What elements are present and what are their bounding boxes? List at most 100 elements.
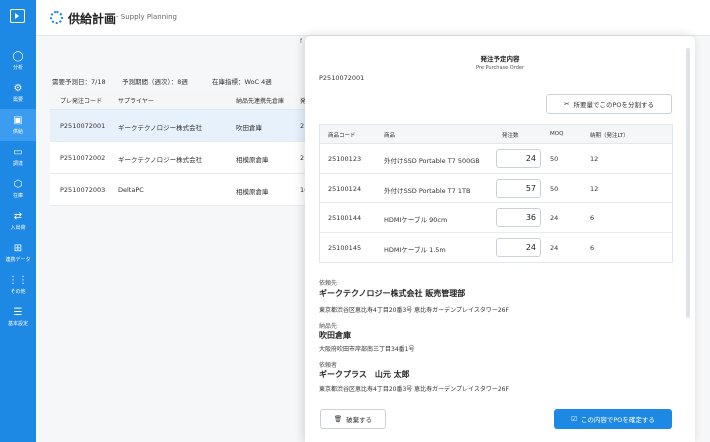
discard-button[interactable]: 🗑 破棄する — [320, 409, 386, 429]
column-header: 商品 — [384, 133, 396, 139]
confirm-po-label: この内容でPOを確定する — [580, 416, 655, 424]
order-quantity-input[interactable]: 36 — [496, 208, 541, 227]
apps-icon: ⋮⋮ — [8, 274, 28, 286]
confirm-po-button[interactable]: ☑ この内容でPOを確定する — [554, 409, 672, 429]
table-row[interactable]: P2510072002 ギークテクノロジー株式会社 相模原倉庫 2 — [50, 142, 340, 174]
order-code: P2510072003 — [60, 186, 106, 194]
moq: 24 — [550, 243, 559, 252]
warehouse: 相模原倉庫 — [236, 156, 269, 164]
pre-order-table: プレ発注コード サプライヤー 納品先連携先倉庫 発 P2510072001 ギー… — [50, 90, 340, 206]
order-info: 2 — [300, 122, 305, 130]
sidebar-item-procurement[interactable]: ▭ 調達 — [0, 141, 36, 173]
sidebar-item-supply[interactable]: ▣ 供給 — [0, 109, 36, 141]
toolbar-chip[interactable]: f — [300, 38, 302, 45]
sidebar: ◯ 分析 ⚙ 需要 ▣ 供給 ▭ 調達 ⬡ 在庫 ⇄ 入出荷 ⊞ 連携データ ⋮… — [0, 0, 36, 442]
table-row: 25100123 外付けSSD Portable T7 500GB 24 50 … — [320, 144, 672, 174]
requester-name: ギークプラス 山元 太郎 — [319, 370, 410, 379]
sidebar-item-label: 在庫 — [12, 192, 23, 199]
supplier: DeltaPC — [118, 186, 144, 194]
order-quantity-input[interactable]: 57 — [496, 178, 541, 198]
split-po-label: 所要量でこのPOを分割する — [573, 101, 654, 109]
table-row: 25100145 HDMIケーブル 1.5m 24 24 6 — [320, 233, 672, 263]
product-name: 外付けSSD Portable T7 1TB — [384, 186, 471, 195]
supplier: ギークテクノロジー株式会社 — [118, 124, 203, 132]
lead-time: 12 — [590, 155, 599, 163]
supply-icon: ▣ — [13, 114, 23, 126]
warehouse: 吹田倉庫 — [236, 124, 262, 132]
requester-address: 東京都渋谷区恵比寿4丁目20番3号 恵比寿ガーデンプレイスタワー26F — [319, 386, 509, 393]
delivery-label: 納品先 — [319, 323, 338, 330]
table-row[interactable]: P2510072001 ギークテクノロジー株式会社 吹田倉庫 2 — [50, 110, 340, 142]
sidebar-item-label: 入出荷 — [10, 224, 26, 231]
product-name: 外付けSSD Portable T7 500GB — [384, 157, 480, 165]
app-logo-icon — [50, 11, 63, 24]
sidebar-item-integration[interactable]: ⊞ 連携データ — [0, 237, 36, 269]
product-name: HDMIケーブル 90cm — [384, 216, 448, 224]
table-row[interactable]: P2510072003 DeltaPC 相模原倉庫 1( — [50, 174, 340, 206]
moq: 50 — [550, 184, 559, 193]
scrollbar[interactable] — [686, 48, 690, 318]
sidebar-item-label: その他 — [10, 288, 26, 295]
column-header: サプライヤー — [118, 98, 154, 105]
product-name: HDMIケーブル 1.5m — [384, 245, 446, 254]
analysis-icon: ◯ — [12, 50, 24, 62]
order-info: 2 — [300, 154, 305, 162]
sidebar-item-label: 連携データ — [5, 256, 31, 263]
forecast-date: 需要予測日：7/18 — [52, 78, 106, 86]
sidebar-item-settings[interactable]: ☰ 基本設定 — [0, 301, 36, 333]
column-header: 納品先連携先倉庫 — [236, 98, 285, 105]
split-po-button[interactable]: ✂ 所要量でこのPOを分割する — [546, 94, 672, 114]
column-header: MOQ — [550, 131, 564, 137]
table-header: プレ発注コード サプライヤー 納品先連携先倉庫 発 — [50, 90, 340, 110]
trash-icon: 🗑 — [333, 415, 343, 423]
product-code: 25100145 — [328, 243, 362, 252]
checkbox-icon: ☑ — [571, 415, 577, 423]
page-subtitle: - Supply Planning — [116, 13, 177, 21]
sidebar-item-demand[interactable]: ⚙ 需要 — [0, 77, 36, 109]
box-icon: ⬡ — [13, 178, 23, 190]
stock-indicator: 在庫指標：WoC 4週 — [212, 78, 272, 86]
warehouse: 相模原倉庫 — [236, 188, 269, 196]
sidebar-item-analysis[interactable]: ◯ 分析 — [0, 45, 36, 77]
order-code: P2510072001 — [60, 122, 106, 130]
moq: 50 — [550, 155, 559, 163]
table-header: 商品コード 商品 発注数 MOQ 納期（発注LT） — [320, 125, 672, 144]
forecast-period: 予測期間（週次）：8週 — [122, 78, 188, 86]
demand-icon: ⚙ — [13, 82, 23, 94]
panel-title: 発注予定内容 — [480, 55, 520, 63]
product-code: 25100123 — [328, 155, 362, 163]
sidebar-item-label: 分析 — [12, 64, 23, 71]
supplier: ギークテクノロジー株式会社 — [118, 156, 203, 164]
column-header: プレ発注コード — [60, 98, 103, 105]
column-header: 商品コード — [328, 133, 356, 139]
delivery-name: 吹田倉庫 — [319, 331, 351, 340]
sidebar-item-label: 調達 — [12, 160, 23, 167]
order-quantity-input[interactable]: 24 — [496, 237, 541, 257]
pre-purchase-order-panel: 発注予定内容 Pre Purchase Order P2510072001 ✂ … — [305, 36, 695, 442]
grid-icon: ⊞ — [13, 242, 23, 254]
moq: 24 — [550, 214, 559, 222]
sidebar-item-other[interactable]: ⋮⋮ その他 — [0, 269, 36, 301]
order-items-table: 商品コード 商品 発注数 MOQ 納期（発注LT） 25100123 外付けSS… — [319, 124, 673, 263]
table-row: 25100144 HDMIケーブル 90cm 36 24 6 — [320, 203, 672, 233]
sidebar-item-label: 基本設定 — [7, 320, 28, 327]
sidebar-item-shipping[interactable]: ⇄ 入出荷 — [0, 205, 36, 237]
order-code: P2510072002 — [60, 154, 106, 162]
order-id: P2510072001 — [319, 74, 365, 82]
lead-time: 12 — [590, 184, 599, 193]
table-row: 25100124 外付けSSD Portable T7 1TB 57 50 12 — [320, 174, 672, 203]
discard-label: 破棄する — [346, 416, 373, 424]
sliders-icon: ☰ — [13, 306, 23, 318]
delivery-address: 大阪府吹田市岸部南三丁目34番1号 — [319, 346, 415, 353]
column-header: 納期（発注LT） — [590, 133, 629, 139]
lead-time: 6 — [590, 214, 595, 222]
sidebar-item-inventory[interactable]: ⬡ 在庫 — [0, 173, 36, 205]
sidebar-item-label: 供給 — [12, 128, 23, 135]
requestee-name: ギークテクノロジー株式会社 販売管理部 — [319, 289, 466, 298]
transfer-icon: ⇄ — [13, 210, 23, 222]
collapse-panel-icon[interactable] — [10, 9, 25, 23]
laptop-icon: ▭ — [13, 146, 23, 158]
order-quantity-input[interactable]: 24 — [496, 149, 541, 168]
sidebar-item-label: 需要 — [12, 96, 23, 103]
column-header: 発注数 — [502, 133, 519, 139]
